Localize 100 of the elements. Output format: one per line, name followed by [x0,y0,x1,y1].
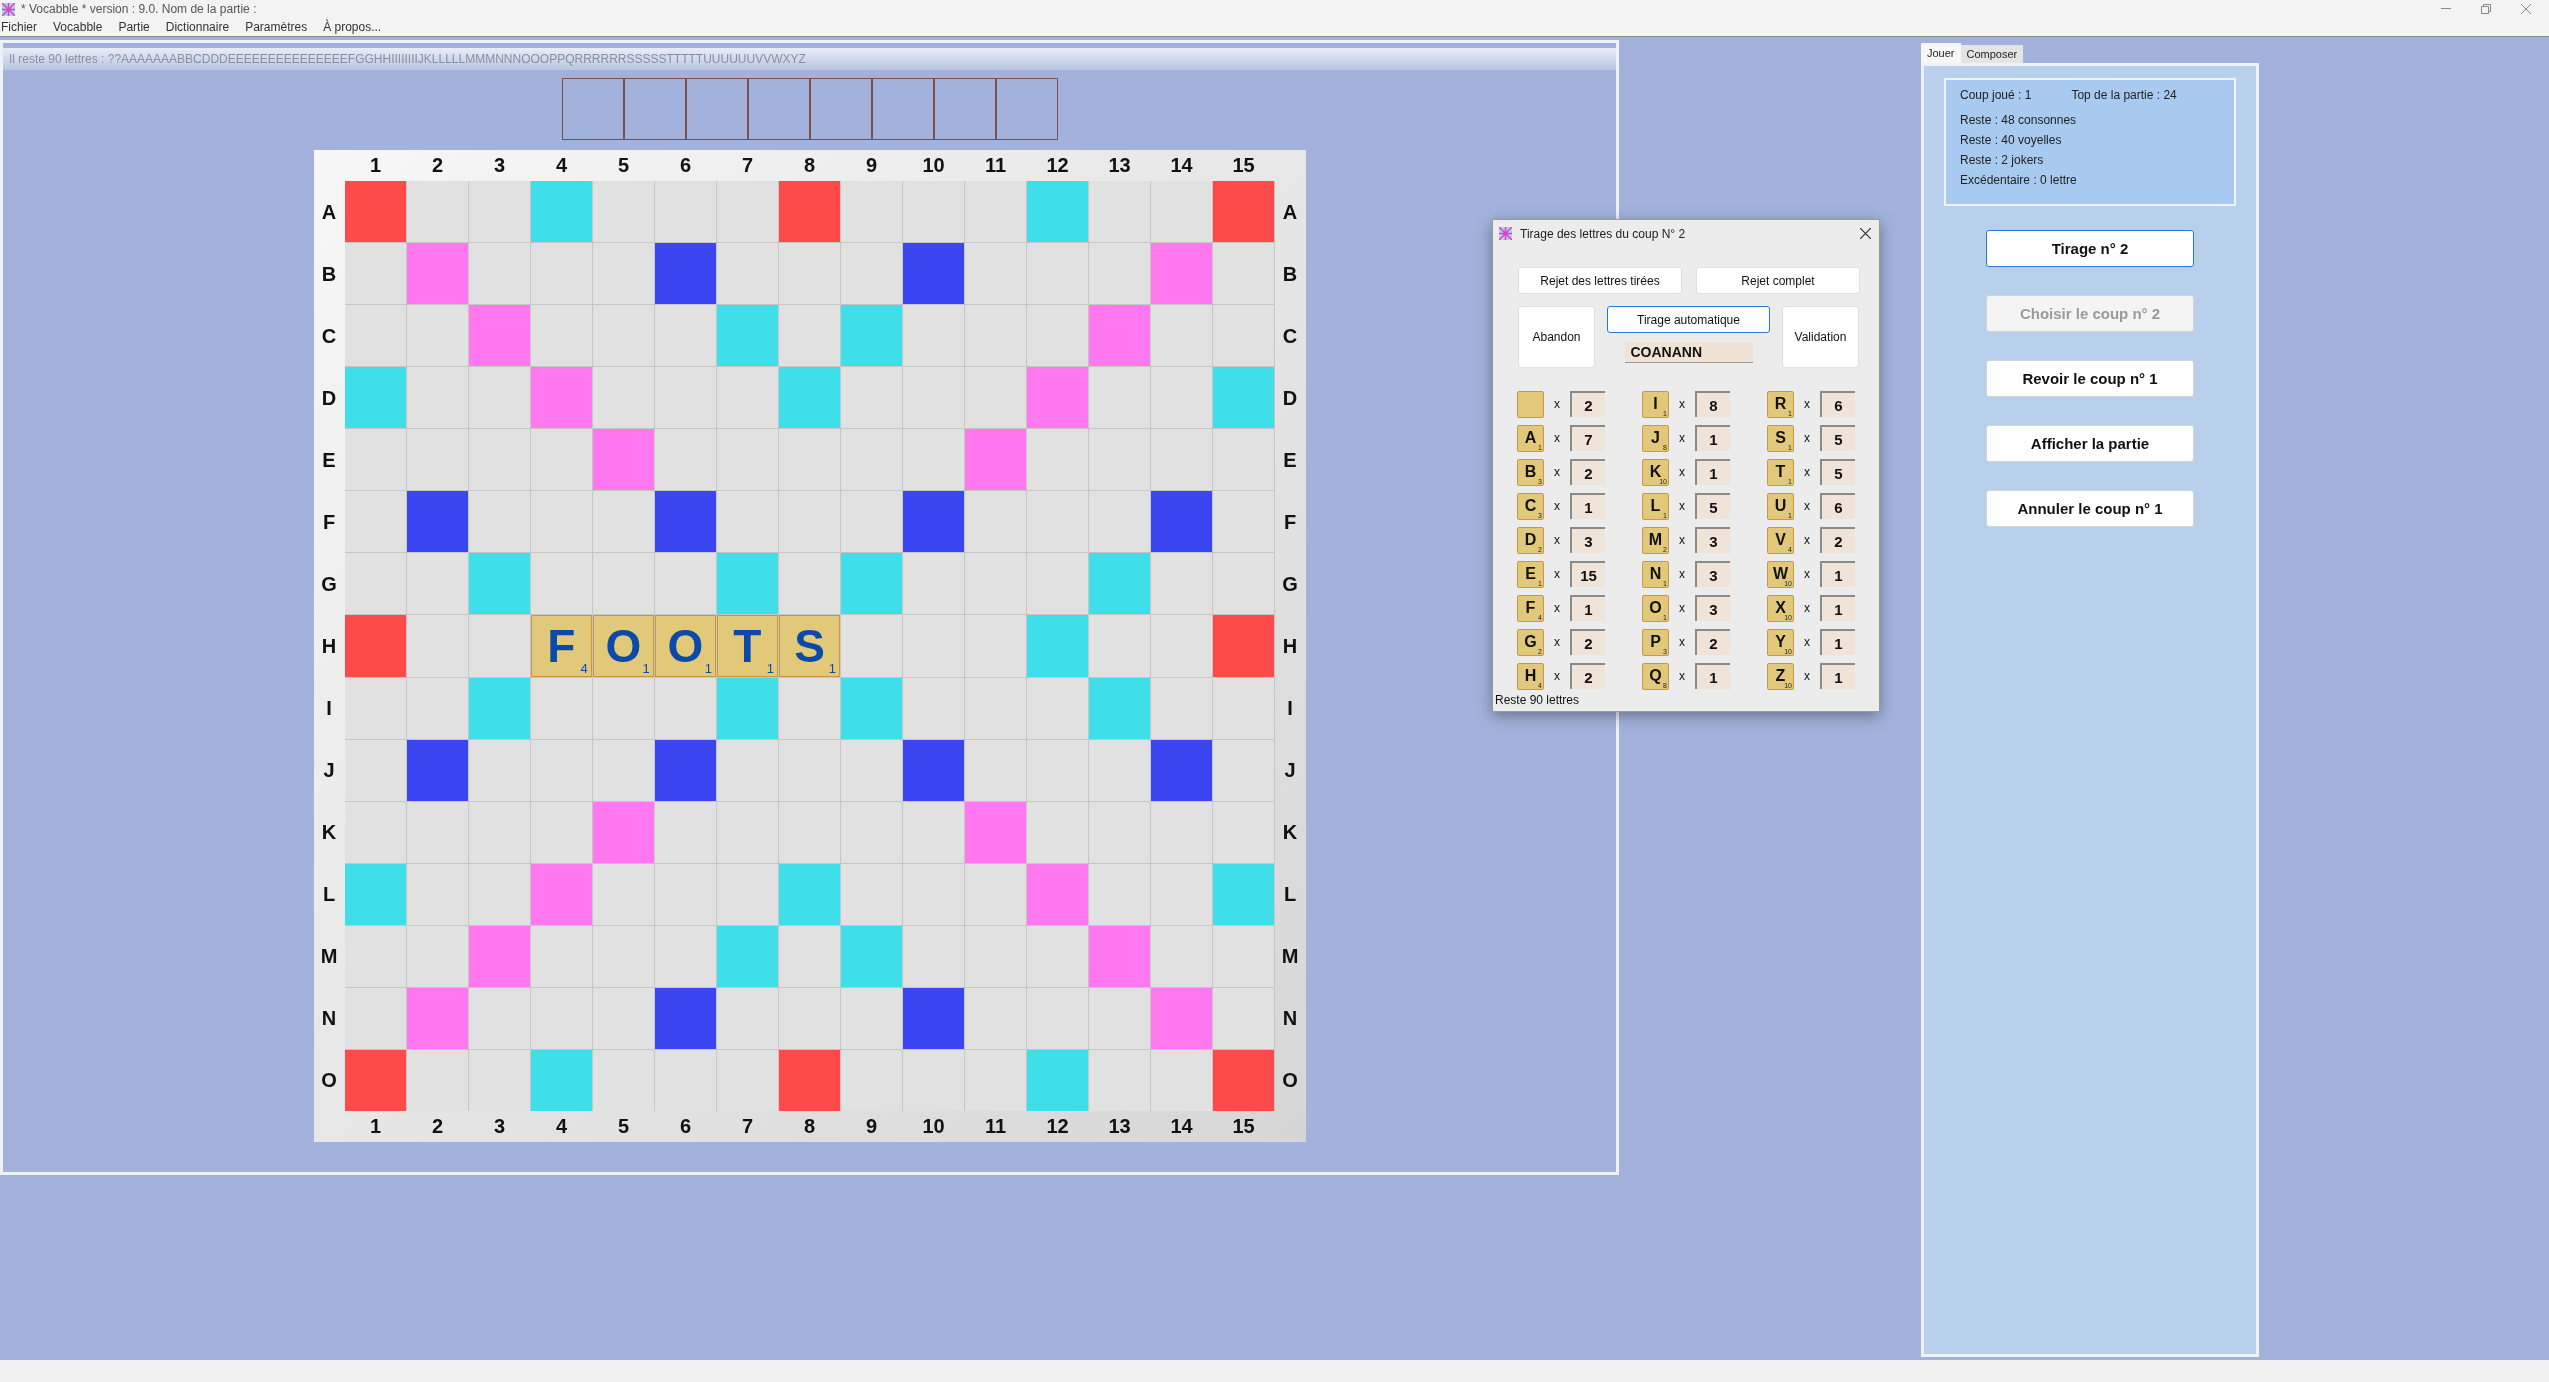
double-letter-square[interactable] [1027,615,1089,677]
board-square[interactable] [1151,1049,1213,1111]
count-field[interactable]: 7 [1570,425,1605,451]
board-square[interactable] [468,367,530,429]
double-word-square[interactable] [1027,367,1089,429]
double-letter-square[interactable] [1027,1049,1089,1111]
triple-word-square[interactable] [778,1049,841,1111]
board-square[interactable] [468,181,530,243]
double-letter-square[interactable] [778,863,841,925]
board-square[interactable] [530,925,592,987]
menu-item[interactable]: Vocabble [52,20,104,34]
board-square[interactable] [1089,615,1151,677]
board-square[interactable] [1089,367,1151,429]
count-field[interactable]: 1 [1820,629,1855,655]
board-square[interactable] [778,987,841,1049]
double-word-square[interactable] [406,987,468,1049]
rack-slot[interactable] [685,78,748,140]
board-square[interactable] [1213,243,1275,305]
board-square[interactable] [778,491,841,553]
count-field[interactable]: 2 [1695,629,1730,655]
board-square[interactable] [406,305,468,367]
double-word-square[interactable] [530,863,592,925]
board-square[interactable] [1089,863,1151,925]
count-field[interactable]: 5 [1820,459,1855,485]
board-square[interactable] [530,429,592,491]
dialog-button[interactable]: Validation [1782,306,1859,368]
triple-letter-square[interactable] [654,491,716,553]
double-letter-square[interactable] [1213,863,1275,925]
triple-word-square[interactable] [1213,1049,1275,1111]
close-icon[interactable] [1860,228,1871,239]
triple-letter-square[interactable] [903,987,965,1049]
menu-item[interactable]: À propos... [322,20,383,34]
dialog-button[interactable]: Rejet complet [1696,267,1860,294]
action-button[interactable]: Annuler le coup n° 1 [1986,490,2194,527]
board-square[interactable] [841,863,903,925]
dialog-button[interactable]: Abandon [1518,306,1595,368]
board-square[interactable] [778,243,841,305]
board-square[interactable] [903,615,965,677]
count-field[interactable]: 1 [1820,663,1855,689]
count-field[interactable]: 5 [1820,425,1855,451]
double-word-square[interactable] [406,243,468,305]
board-square[interactable] [1027,987,1089,1049]
board-square[interactable] [1089,987,1151,1049]
board-square[interactable] [530,739,592,801]
board-square[interactable] [406,1049,468,1111]
board-square[interactable] [903,863,965,925]
board-square[interactable] [1027,677,1089,739]
board-square[interactable] [716,367,778,429]
triple-letter-square[interactable] [654,243,716,305]
board-square[interactable] [1151,925,1213,987]
count-field[interactable]: 6 [1820,391,1855,417]
rack-slot[interactable] [623,78,686,140]
triple-word-square[interactable] [344,1049,406,1111]
triple-letter-square[interactable] [903,491,965,553]
double-letter-square[interactable] [1027,181,1089,243]
triple-word-square[interactable] [778,181,841,243]
board-square[interactable] [592,367,654,429]
board-square[interactable] [344,305,406,367]
board-square[interactable] [778,739,841,801]
double-word-square[interactable] [468,925,530,987]
board-square[interactable] [1213,987,1275,1049]
triple-letter-square[interactable] [1151,491,1213,553]
double-letter-square[interactable] [344,863,406,925]
double-word-square[interactable] [468,305,530,367]
board-square[interactable] [406,615,468,677]
count-field[interactable]: 5 [1695,493,1730,519]
board-square[interactable] [1213,305,1275,367]
count-field[interactable]: 8 [1695,391,1730,417]
board-square[interactable] [778,553,841,615]
board-square[interactable] [1089,243,1151,305]
rack-slot[interactable] [995,78,1058,140]
count-field[interactable]: 2 [1570,459,1605,485]
menu-item[interactable]: Paramètres [244,20,309,34]
board-square[interactable] [1151,863,1213,925]
board-square[interactable] [406,863,468,925]
board-square[interactable] [530,677,592,739]
double-letter-square[interactable] [1213,367,1275,429]
board-square[interactable] [1027,491,1089,553]
board-square[interactable] [1027,243,1089,305]
dialog-button[interactable]: Tirage automatique [1607,306,1770,333]
board-square[interactable] [1027,801,1089,863]
triple-letter-square[interactable] [903,243,965,305]
count-field[interactable]: 1 [1570,595,1605,621]
rack-slot[interactable] [871,78,934,140]
triple-word-square[interactable] [344,181,406,243]
count-field[interactable]: 2 [1570,391,1605,417]
board-square[interactable] [344,925,406,987]
board-square[interactable] [1151,305,1213,367]
triple-word-square[interactable] [1213,181,1275,243]
rack-slot[interactable] [933,78,996,140]
double-word-square[interactable] [1151,243,1213,305]
board-square[interactable] [903,367,965,429]
triple-letter-square[interactable] [654,739,716,801]
triple-word-square[interactable] [1213,615,1275,677]
board-square[interactable] [530,987,592,1049]
board-square[interactable] [841,615,903,677]
board-square[interactable] [1089,1049,1151,1111]
board-square[interactable] [778,801,841,863]
board-square[interactable] [530,305,592,367]
board-square[interactable] [530,801,592,863]
